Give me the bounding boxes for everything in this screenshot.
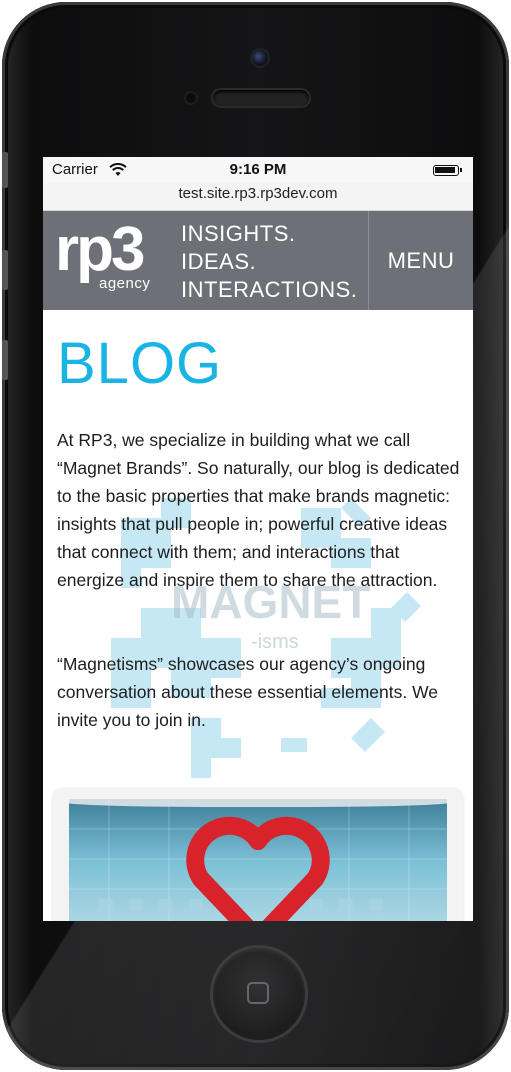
page-title: BLOG <box>57 331 223 396</box>
heart-icon <box>186 816 330 921</box>
site-tagline: INSIGHTS. IDEAS. INTERACTIONS. <box>181 220 369 304</box>
earpiece-speaker <box>213 90 309 106</box>
proximity-sensor <box>186 93 196 103</box>
rp3-logo[interactable]: rp3 agency <box>55 215 165 298</box>
tagline-line: INTERACTIONS. <box>181 277 358 302</box>
status-bar: Carrier 9:16 PM <box>43 157 473 183</box>
battery-icon <box>433 165 462 176</box>
address-bar[interactable]: test.site.rp3.rp3dev.com <box>43 183 473 211</box>
home-button[interactable] <box>213 948 305 1040</box>
logo-subtext: agency <box>99 275 151 292</box>
mute-switch <box>2 152 8 188</box>
site-header: rp3 agency INSIGHTS. IDEAS. INTERACTIONS… <box>43 211 473 310</box>
home-square-icon <box>247 982 269 1004</box>
phone-screen: Carrier 9:16 PM test.site.rp3.rp3dev.com… <box>43 157 473 921</box>
front-camera <box>252 50 268 66</box>
menu-button[interactable]: MENU <box>369 211 473 310</box>
intro-paragraph: At RP3, we specialize in building what w… <box>57 430 460 590</box>
status-time: 9:16 PM <box>229 161 287 178</box>
tagline-line: IDEAS. <box>181 249 257 274</box>
tagline-line: INSIGHTS. <box>181 221 296 246</box>
blog-post-image[interactable] <box>69 799 447 921</box>
volume-down-button <box>2 340 8 380</box>
blog-post-card[interactable] <box>53 789 463 921</box>
volume-up-button <box>2 250 8 290</box>
magnetisms-paragraph: “Magnetisms” showcases our agency’s ongo… <box>57 654 439 730</box>
heartbleed-illustration <box>69 799 447 921</box>
main-content: MAGNET -isms BLOG At RP3, we specialize … <box>43 310 473 921</box>
